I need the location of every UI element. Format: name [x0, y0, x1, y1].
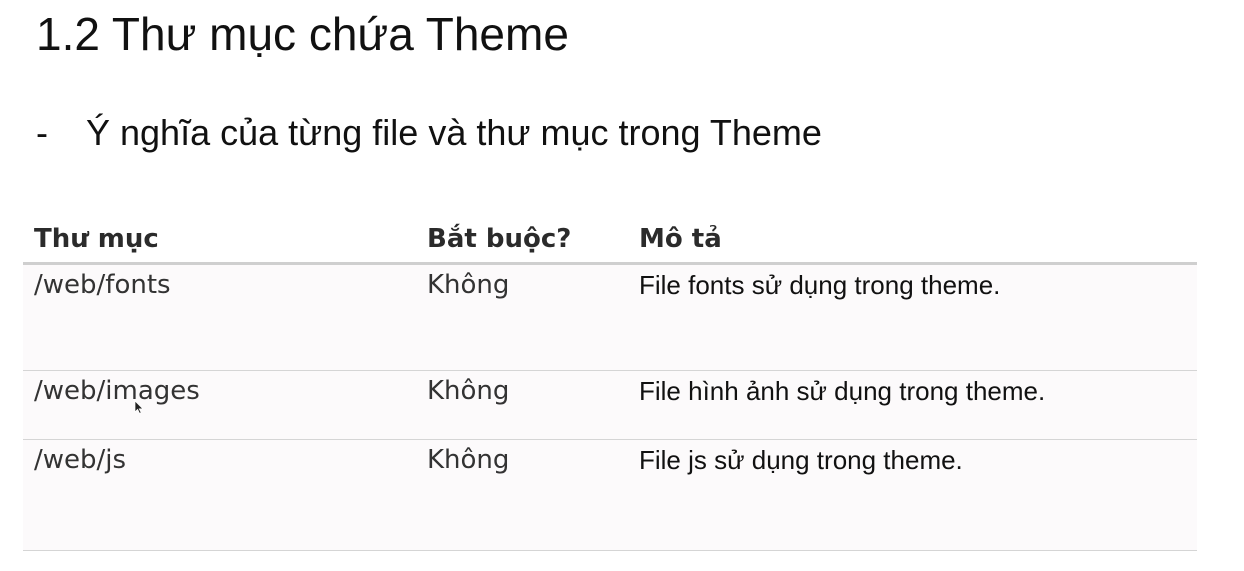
cell-description: File hình ảnh sử dụng trong theme.	[639, 376, 1046, 406]
bullet-text: Ý nghĩa của từng file và thư mục trong T…	[86, 112, 822, 153]
cell-required: Không	[427, 270, 510, 300]
cell-folder: /web/images	[34, 376, 200, 406]
bullet-item: - Ý nghĩa của từng file và thư mục trong…	[36, 108, 822, 158]
mouse-pointer-icon	[134, 400, 144, 414]
cell-description: File fonts sử dụng trong theme.	[639, 270, 1001, 300]
cell-description: File js sử dụng trong theme.	[639, 445, 963, 475]
cell-required: Không	[427, 376, 510, 406]
cell-folder: /web/fonts	[34, 270, 171, 300]
table-header: Thư mục Bắt buộc? Mô tả	[23, 215, 1197, 265]
table-row: /web/js Không File js sử dụng trong them…	[23, 440, 1197, 551]
table-row: /web/images Không File hình ảnh sử dụng …	[23, 371, 1197, 440]
cell-folder: /web/js	[34, 445, 127, 475]
header-description: Mô tả	[639, 223, 722, 254]
bullet-marker: -	[36, 112, 48, 153]
page-title: 1.2 Thư mục chứa Theme	[36, 8, 569, 60]
header-folder: Thư mục	[34, 223, 159, 254]
cell-required: Không	[427, 445, 510, 475]
table-row: /web/fonts Không File fonts sử dụng tron…	[23, 265, 1197, 371]
theme-folders-table: Thư mục Bắt buộc? Mô tả /web/fonts Không…	[23, 215, 1197, 551]
header-required: Bắt buộc?	[427, 223, 572, 254]
